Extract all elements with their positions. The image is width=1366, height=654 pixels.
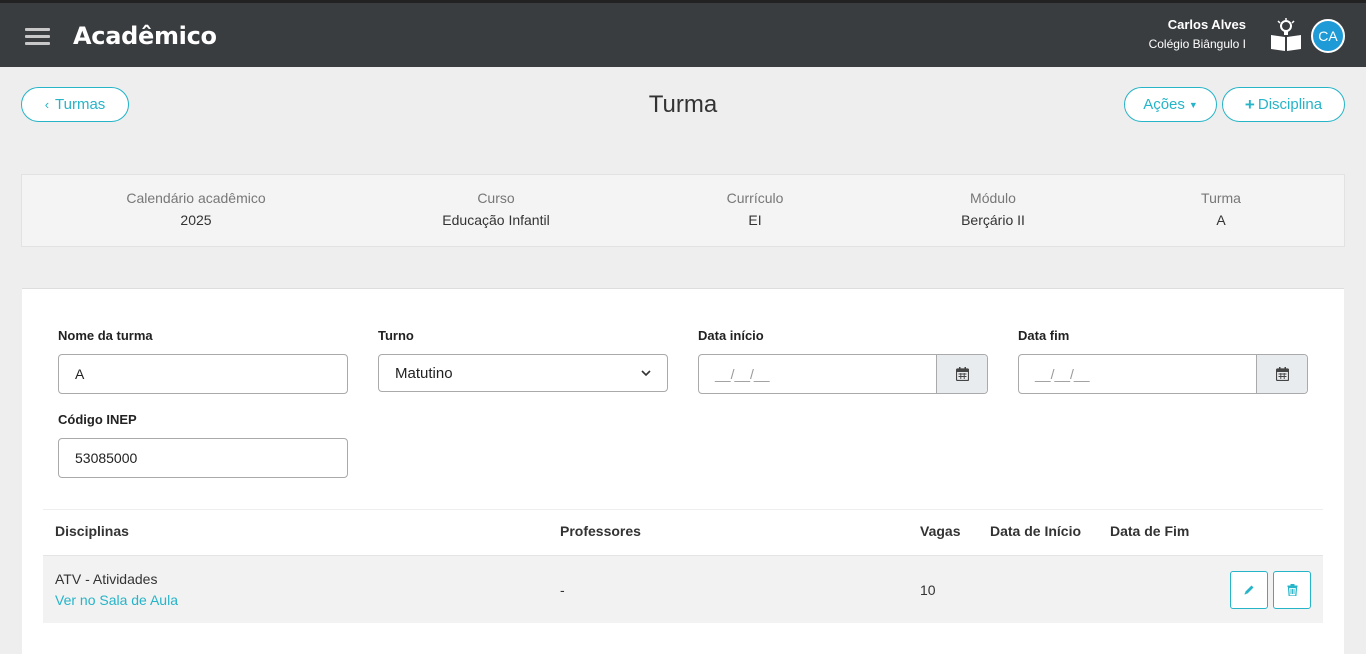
info-value: Berçário II: [961, 212, 1025, 228]
info-label: Calendário acadêmico: [126, 190, 266, 206]
calendar-icon: [955, 367, 969, 381]
info-modulo: Módulo Berçário II: [863, 190, 1123, 228]
info-label: Turma: [1201, 190, 1241, 206]
turno-label: Turno: [378, 328, 414, 343]
disciplina-name: ATV - Atividades: [55, 571, 158, 587]
turma-form-card: Nome da turma A Turno Matutino Data iníc…: [22, 288, 1344, 654]
hamburger-menu-icon[interactable]: [25, 28, 50, 46]
info-value: 2025: [180, 212, 212, 228]
trash-icon: [1287, 584, 1297, 596]
col-header-professores: Professores: [560, 523, 641, 539]
caret-down-icon: ▼: [1188, 99, 1198, 110]
col-header-vagas: Vagas: [920, 523, 961, 539]
col-header-data-inicio: Data de Início: [990, 523, 1082, 539]
top-bar: Acadêmico Carlos Alves Colégio Biângulo …: [0, 0, 1366, 67]
pencil-icon: [1244, 585, 1254, 595]
add-disciplina-button[interactable]: + Disciplina: [1222, 87, 1345, 122]
data-inicio-input[interactable]: __/__/__: [699, 355, 936, 393]
data-fim-group: __/__/__: [1018, 354, 1308, 394]
info-calendario: Calendário acadêmico 2025: [66, 190, 326, 228]
chevron-down-icon: [641, 370, 651, 377]
info-curriculo: Currículo EI: [625, 190, 885, 228]
data-inicio-group: __/__/__: [698, 354, 988, 394]
plus-icon: +: [1244, 94, 1255, 114]
info-value: A: [1216, 212, 1226, 228]
school-logo-icon: [1271, 18, 1301, 51]
vagas-cell: 10: [920, 582, 936, 598]
info-turma: Turma A: [1091, 190, 1351, 228]
turma-info-bar: Calendário acadêmico 2025 Curso Educação…: [21, 174, 1345, 247]
school-name: Colégio Biângulo I: [1148, 37, 1246, 51]
col-header-data-fim: Data de Fim: [1110, 523, 1190, 539]
data-fim-calendar-button[interactable]: [1256, 355, 1307, 393]
info-value: EI: [748, 212, 762, 228]
data-fim-input[interactable]: __/__/__: [1019, 355, 1256, 393]
turno-selected-value: Matutino: [395, 364, 453, 382]
info-value: Educação Infantil: [442, 212, 550, 228]
user-avatar[interactable]: CA: [1311, 19, 1345, 53]
col-header-disciplinas: Disciplinas: [55, 523, 129, 539]
disciplina-label: Disciplina: [1257, 96, 1323, 113]
delete-button[interactable]: [1273, 571, 1311, 609]
user-name: Carlos Alves: [1167, 17, 1246, 32]
nome-turma-input[interactable]: A: [58, 354, 348, 394]
info-label: Curso: [477, 190, 515, 206]
calendar-icon: [1275, 367, 1289, 381]
edit-button[interactable]: [1230, 571, 1268, 609]
ver-sala-de-aula-link[interactable]: Ver no Sala de Aula: [55, 592, 178, 608]
info-label: Módulo: [970, 190, 1016, 206]
codigo-inep-label: Código INEP: [58, 412, 137, 427]
acoes-dropdown-button[interactable]: Ações ▼: [1124, 87, 1217, 122]
table-row: ATV - Atividades Ver no Sala de Aula - 1…: [43, 555, 1323, 623]
app-title: Acadêmico: [73, 22, 217, 50]
professores-cell: -: [560, 582, 565, 598]
codigo-inep-input[interactable]: 53085000: [58, 438, 348, 478]
data-fim-label: Data fim: [1018, 328, 1070, 343]
disciplinas-table-header: Disciplinas Professores Vagas Data de In…: [43, 509, 1323, 555]
info-label: Currículo: [726, 190, 784, 206]
data-inicio-calendar-button[interactable]: [936, 355, 987, 393]
info-curso: Curso Educação Infantil: [366, 190, 626, 228]
data-inicio-label: Data início: [698, 328, 764, 343]
turno-select[interactable]: Matutino: [378, 354, 668, 392]
nome-turma-label: Nome da turma: [58, 328, 153, 343]
acoes-label: Ações: [1143, 96, 1185, 113]
